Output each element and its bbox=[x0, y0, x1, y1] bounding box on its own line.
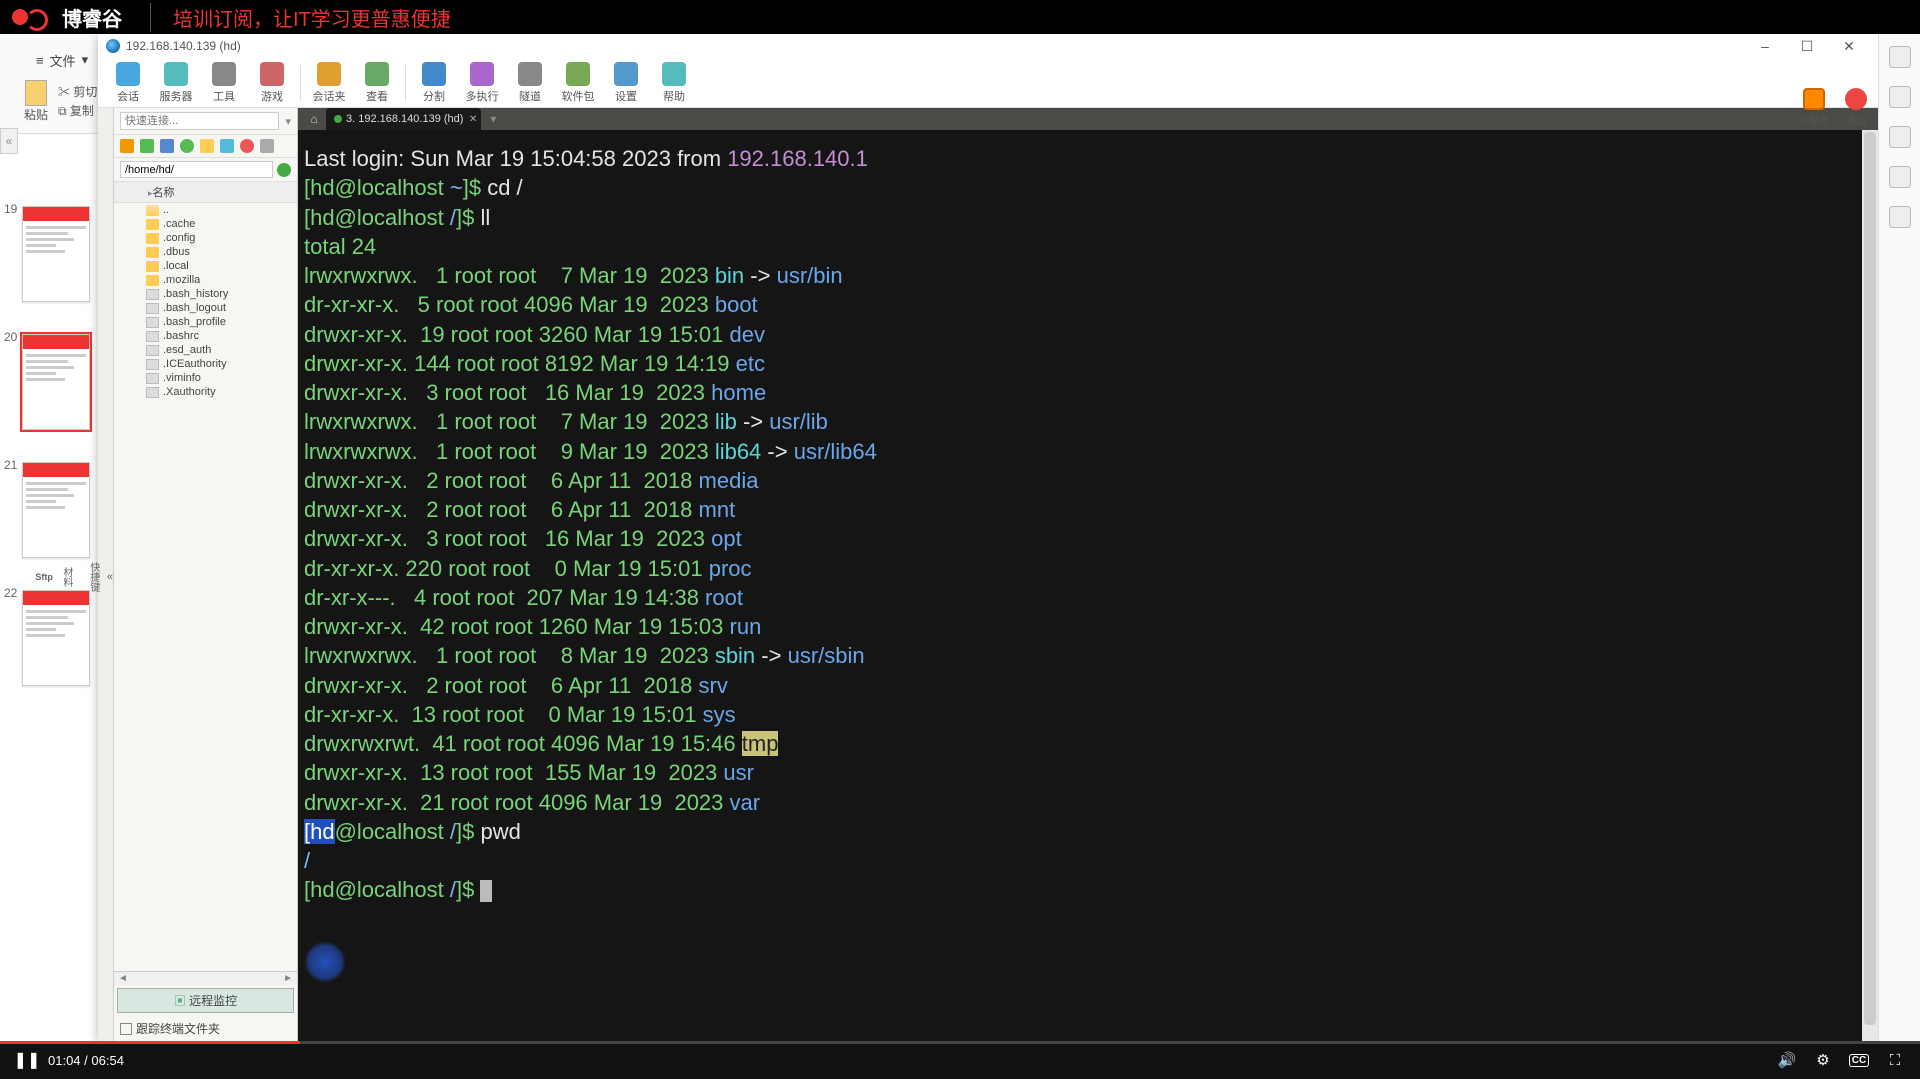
path-input[interactable] bbox=[120, 161, 273, 178]
file-row[interactable]: .esd_auth bbox=[114, 343, 297, 357]
fullscreen-icon[interactable]: ⛶ bbox=[1884, 1049, 1906, 1071]
status-dot-icon bbox=[334, 115, 342, 123]
toolbar-隧道[interactable]: 隧道 bbox=[506, 62, 554, 104]
file-scroll[interactable]: ◄► bbox=[114, 971, 297, 985]
file-row[interactable]: .viminfo bbox=[114, 371, 297, 385]
rail-icon-1[interactable] bbox=[1889, 46, 1911, 68]
rail-icon-2[interactable] bbox=[1889, 86, 1911, 108]
toolbar-工具[interactable]: 工具 bbox=[200, 62, 248, 104]
upload-icon[interactable] bbox=[120, 139, 134, 153]
rail-icon-3[interactable] bbox=[1889, 126, 1911, 148]
copy-button[interactable]: ⧉ 复制 bbox=[58, 102, 97, 119]
file-row[interactable]: .bash_profile bbox=[114, 315, 297, 329]
tab-home-icon[interactable]: ⌂ bbox=[304, 108, 324, 130]
file-row[interactable]: .. bbox=[114, 203, 297, 217]
slide-thumb[interactable]: 20 bbox=[22, 316, 94, 430]
progress-track[interactable] bbox=[0, 1041, 1920, 1044]
window-title: 192.168.140.139 (hd) bbox=[126, 39, 241, 53]
file-row[interactable]: .bashrc bbox=[114, 329, 297, 343]
toolbar-设置[interactable]: 设置 bbox=[602, 62, 650, 104]
cc-button[interactable]: CC bbox=[1848, 1049, 1870, 1071]
info-icon[interactable] bbox=[220, 139, 234, 153]
file-row[interactable]: .bash_history bbox=[114, 287, 297, 301]
file-menu[interactable]: ≡ 文件 ▾ bbox=[24, 45, 100, 76]
terminal-tabs: ⌂ 3. 192.168.140.139 (hd) ✕ ▾ bbox=[298, 108, 1878, 130]
toolbar-帮助[interactable]: 帮助 bbox=[650, 62, 698, 104]
terminal-tab[interactable]: 3. 192.168.140.139 (hd) ✕ bbox=[326, 108, 481, 130]
slide-thumb[interactable]: 19 bbox=[22, 188, 94, 302]
maximize-button[interactable]: ☐ bbox=[1786, 35, 1828, 57]
file-list[interactable]: ...cache.config.dbus.local.mozilla.bash_… bbox=[114, 203, 297, 971]
click-indicator-icon bbox=[304, 941, 346, 983]
right-side-rail bbox=[1878, 34, 1920, 1041]
file-row[interactable]: .cache bbox=[114, 217, 297, 231]
ssh-window: 192.168.140.139 (hd) – ☐ ✕ 会话服务器工具游戏会话夹查… bbox=[98, 34, 1878, 1041]
slide-thumb[interactable]: 21 bbox=[22, 444, 94, 558]
go-icon[interactable] bbox=[180, 139, 194, 153]
main-toolbar: 会话服务器工具游戏会话夹查看分割多执行隧道软件包设置帮助 bbox=[98, 58, 1878, 108]
brand-logo-icon bbox=[8, 3, 56, 31]
file-row[interactable]: .local bbox=[114, 259, 297, 273]
tab-add-icon[interactable]: ▾ bbox=[483, 108, 503, 130]
collapse-rail-icon[interactable]: « bbox=[107, 571, 113, 583]
cut-button[interactable]: ✂ 剪切 bbox=[58, 83, 97, 100]
window-titlebar[interactable]: 192.168.140.139 (hd) – ☐ ✕ bbox=[98, 34, 1878, 58]
toolbar-分割[interactable]: 分割 bbox=[410, 62, 458, 104]
rail-icon-4[interactable] bbox=[1889, 166, 1911, 188]
newfolder-icon[interactable] bbox=[200, 139, 214, 153]
file-toolbar bbox=[114, 135, 297, 158]
app-icon bbox=[106, 39, 120, 53]
brand-name: 博睿谷 bbox=[62, 3, 122, 32]
toolbar-服务器[interactable]: 服务器 bbox=[152, 62, 200, 104]
toolbar-会话[interactable]: 会话 bbox=[104, 62, 152, 104]
tab-close-icon[interactable]: ✕ bbox=[469, 114, 477, 125]
video-time: 01:04 / 06:54 bbox=[48, 1053, 124, 1068]
terminal-output[interactable]: Last login: Sun Mar 19 15:04:58 2023 fro… bbox=[298, 130, 1878, 1041]
toolbar-多执行[interactable]: 多执行 bbox=[458, 62, 506, 104]
play-pause-button[interactable]: ❚❚ bbox=[14, 1047, 40, 1073]
minimize-button[interactable]: – bbox=[1744, 35, 1786, 57]
file-panel: ▾ ▸名称 ...cache.config.dbus.local.mozilla… bbox=[114, 108, 298, 1041]
settings-icon[interactable]: ⚙ bbox=[1812, 1049, 1834, 1071]
quick-connect-input[interactable] bbox=[120, 112, 279, 130]
terminal-scrollbar[interactable] bbox=[1862, 130, 1878, 1041]
progress-fill bbox=[0, 1041, 300, 1044]
refresh-icon[interactable] bbox=[160, 139, 174, 153]
brand-slogan: 培训订阅，让IT学习更普惠便捷 bbox=[150, 3, 451, 32]
paste-button[interactable]: 粘贴 bbox=[24, 80, 48, 123]
tab-label: 3. 192.168.140.139 (hd) bbox=[346, 113, 463, 125]
download-icon[interactable] bbox=[140, 139, 154, 153]
collapse-left-icon[interactable]: « bbox=[0, 128, 18, 154]
settings-mini-icon[interactable] bbox=[260, 139, 274, 153]
video-control-bar: ❚❚ 01:04 / 06:54 🔊 ⚙ CC ⛶ bbox=[0, 1041, 1920, 1079]
toolbar-会话夹[interactable]: 会话夹 bbox=[305, 62, 353, 104]
file-row[interactable]: .ICEauthority bbox=[114, 357, 297, 371]
history-icon[interactable]: ▾ bbox=[285, 115, 291, 128]
trace-folder-checkbox[interactable]: 跟踪终端文件夹 bbox=[114, 1016, 297, 1041]
file-list-header[interactable]: ▸名称 bbox=[114, 182, 297, 203]
brand-bar: 博睿谷 培训订阅，让IT学习更普惠便捷 bbox=[0, 0, 1920, 34]
side-rail: « 快捷键 材料 Sftp bbox=[98, 108, 114, 1041]
close-button[interactable]: ✕ bbox=[1828, 35, 1870, 57]
file-row[interactable]: .config bbox=[114, 231, 297, 245]
toolbar-游戏[interactable]: 游戏 bbox=[248, 62, 296, 104]
slide-thumbnail-panel: 19 20 21 22 bbox=[0, 180, 98, 1041]
remote-monitor-button[interactable]: ▣ 远程监控 bbox=[117, 988, 294, 1013]
toolbar-查看[interactable]: 查看 bbox=[353, 62, 401, 104]
file-row[interactable]: .dbus bbox=[114, 245, 297, 259]
toolbar-软件包[interactable]: 软件包 bbox=[554, 62, 602, 104]
file-row[interactable]: .bash_logout bbox=[114, 301, 297, 315]
volume-icon[interactable]: 🔊 bbox=[1776, 1049, 1798, 1071]
path-ok-icon[interactable] bbox=[277, 163, 291, 177]
rail-icon-5[interactable] bbox=[1889, 206, 1911, 228]
slide-thumb[interactable]: 22 bbox=[22, 572, 94, 686]
stop-icon[interactable] bbox=[240, 139, 254, 153]
file-row[interactable]: .mozilla bbox=[114, 273, 297, 287]
file-row[interactable]: .Xauthority bbox=[114, 385, 297, 399]
